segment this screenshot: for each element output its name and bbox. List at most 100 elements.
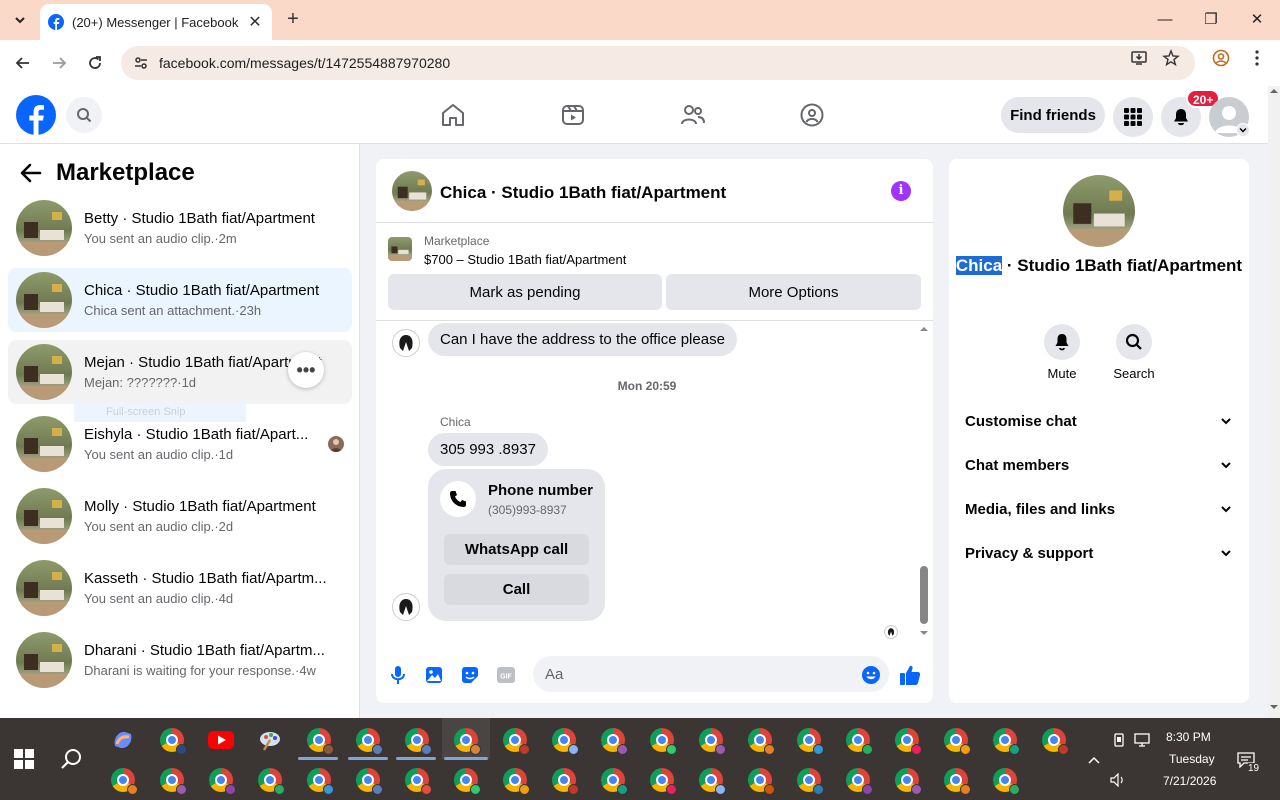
info-icon[interactable]: i bbox=[891, 181, 911, 201]
install-app-icon[interactable] bbox=[1127, 46, 1151, 70]
conversation-item[interactable]: Kasseth · Studio 1Bath fiat/Apartm... Yo… bbox=[8, 556, 352, 620]
close-window-button[interactable]: ✕ bbox=[1242, 8, 1272, 32]
chrome-icon[interactable] bbox=[500, 725, 530, 755]
chrome-icon[interactable] bbox=[647, 725, 677, 755]
chrome-icon[interactable] bbox=[745, 725, 775, 755]
listing-price-title[interactable]: $700 – Studio 1Bath fiat/Apartment bbox=[424, 252, 626, 267]
chrome-icon[interactable] bbox=[402, 765, 432, 795]
chrome-icon[interactable] bbox=[990, 725, 1020, 755]
site-info-icon[interactable] bbox=[131, 53, 151, 73]
friends-icon[interactable] bbox=[678, 100, 708, 130]
scroll-thumb[interactable] bbox=[920, 566, 928, 624]
section-chat-members[interactable]: Chat members bbox=[965, 447, 1233, 483]
browser-menu-icon[interactable] bbox=[1245, 46, 1269, 70]
message-bubble[interactable]: 305 993 .8937 bbox=[428, 433, 548, 466]
chrome-icon[interactable] bbox=[157, 725, 187, 755]
account-chevron-icon[interactable] bbox=[1236, 123, 1250, 137]
search-action[interactable]: Search bbox=[1104, 324, 1164, 381]
call-button[interactable]: Call bbox=[444, 574, 589, 605]
section-media-files-links[interactable]: Media, files and links bbox=[965, 491, 1233, 527]
section-customise-chat[interactable]: Customise chat bbox=[965, 403, 1233, 439]
chat-scrollbar[interactable] bbox=[917, 324, 931, 640]
search-icon[interactable] bbox=[1116, 324, 1152, 360]
conversation-item[interactable]: Betty · Studio 1Bath fiat/Apartment You … bbox=[8, 196, 352, 260]
more-options-icon[interactable]: ••• bbox=[288, 352, 324, 388]
youtube-icon[interactable] bbox=[206, 725, 236, 755]
clock-date[interactable]: 7/21/2026 bbox=[1163, 774, 1216, 788]
conversation-item-active[interactable]: Chica · Studio 1Bath fiat/Apartment Chic… bbox=[8, 268, 352, 332]
groups-icon[interactable] bbox=[797, 100, 827, 130]
chrome-icon[interactable] bbox=[696, 765, 726, 795]
chrome-icon[interactable] bbox=[451, 725, 481, 755]
chrome-icon[interactable] bbox=[843, 765, 873, 795]
windows-start-icon[interactable] bbox=[9, 744, 39, 774]
chrome-icon[interactable] bbox=[598, 725, 628, 755]
forward-button[interactable] bbox=[47, 51, 71, 75]
photo-icon[interactable] bbox=[422, 663, 446, 687]
menu-grid-button[interactable] bbox=[1113, 97, 1153, 137]
facebook-logo-icon[interactable] bbox=[16, 95, 56, 135]
chrome-icon[interactable] bbox=[1039, 725, 1069, 755]
conversation-item[interactable]: Dharani · Studio 1Bath fiat/Apartm... Dh… bbox=[8, 628, 352, 692]
chrome-icon[interactable] bbox=[549, 725, 579, 755]
find-friends-button[interactable]: Find friends bbox=[1001, 97, 1105, 133]
contact-avatar[interactable] bbox=[392, 329, 420, 357]
chrome-icon[interactable] bbox=[892, 725, 922, 755]
copilot-icon[interactable] bbox=[108, 725, 138, 755]
chrome-icon[interactable] bbox=[451, 765, 481, 795]
new-tab-button[interactable]: + bbox=[282, 8, 304, 32]
like-thumb-icon[interactable] bbox=[898, 663, 922, 687]
back-button[interactable] bbox=[11, 51, 35, 75]
restore-button[interactable]: ❐ bbox=[1196, 8, 1226, 32]
conversation-item[interactable]: Mejan · Studio 1Bath fiat/Apartment Meja… bbox=[8, 340, 352, 404]
tab-search-chevron-icon[interactable] bbox=[8, 8, 32, 32]
back-arrow-icon[interactable] bbox=[16, 158, 46, 188]
mute-action[interactable]: Mute bbox=[1032, 324, 1092, 381]
chrome-icon[interactable] bbox=[108, 765, 138, 795]
sticker-icon[interactable] bbox=[458, 663, 482, 687]
chrome-icon[interactable] bbox=[500, 765, 530, 795]
clock-day[interactable]: Tuesday bbox=[1169, 752, 1215, 766]
chat-listing-thumbnail[interactable] bbox=[392, 171, 432, 211]
taskbar-search-icon[interactable] bbox=[57, 744, 87, 774]
reload-button[interactable] bbox=[83, 51, 107, 75]
mute-bell-icon[interactable] bbox=[1044, 324, 1080, 360]
chrome-icon[interactable] bbox=[402, 725, 432, 755]
message-bubble[interactable]: Can I have the address to the office ple… bbox=[428, 323, 737, 356]
browser-tab[interactable]: (20+) Messenger | Facebook ✕ bbox=[40, 4, 272, 40]
chrome-icon[interactable] bbox=[990, 765, 1020, 795]
emoji-icon[interactable] bbox=[859, 663, 883, 687]
address-bar[interactable]: facebook.com/messages/t/1472554887970280 bbox=[121, 46, 1195, 80]
network-icon[interactable] bbox=[1132, 730, 1152, 750]
chrome-icon[interactable] bbox=[353, 725, 383, 755]
chat-title[interactable]: Chica · Studio 1Bath fiat/Apartment bbox=[440, 183, 726, 203]
page-scrollbar[interactable] bbox=[1268, 86, 1280, 718]
chrome-icon[interactable] bbox=[941, 725, 971, 755]
chrome-icon[interactable] bbox=[304, 765, 334, 795]
chrome-icon[interactable] bbox=[794, 725, 824, 755]
volume-icon[interactable] bbox=[1108, 770, 1128, 790]
microphone-icon[interactable] bbox=[386, 663, 410, 687]
chrome-icon[interactable] bbox=[647, 765, 677, 795]
more-options-button[interactable]: More Options bbox=[666, 274, 921, 310]
chrome-icon[interactable] bbox=[598, 765, 628, 795]
contact-avatar[interactable] bbox=[392, 593, 420, 621]
chrome-icon[interactable] bbox=[549, 765, 579, 795]
whatsapp-call-button[interactable]: WhatsApp call bbox=[444, 534, 589, 565]
paint-icon[interactable] bbox=[255, 725, 285, 755]
section-privacy-support[interactable]: Privacy & support bbox=[965, 535, 1233, 571]
bookmark-star-icon[interactable] bbox=[1159, 46, 1183, 70]
profile-icon[interactable] bbox=[1209, 46, 1233, 70]
minimize-button[interactable]: — bbox=[1150, 8, 1180, 32]
conversation-item[interactable]: Eishyla · Studio 1Bath fiat/Apart... You… bbox=[8, 412, 352, 476]
show-hidden-icons-chevron-icon[interactable] bbox=[1084, 750, 1104, 770]
chrome-icon[interactable] bbox=[843, 725, 873, 755]
mark-as-pending-button[interactable]: Mark as pending bbox=[388, 274, 662, 310]
chrome-icon[interactable] bbox=[255, 765, 285, 795]
chrome-icon[interactable] bbox=[941, 765, 971, 795]
listing-avatar[interactable] bbox=[1063, 175, 1135, 247]
fb-search-button[interactable] bbox=[66, 97, 102, 133]
chrome-icon[interactable] bbox=[745, 765, 775, 795]
message-input[interactable] bbox=[533, 656, 889, 692]
device-icon[interactable] bbox=[1109, 730, 1129, 750]
